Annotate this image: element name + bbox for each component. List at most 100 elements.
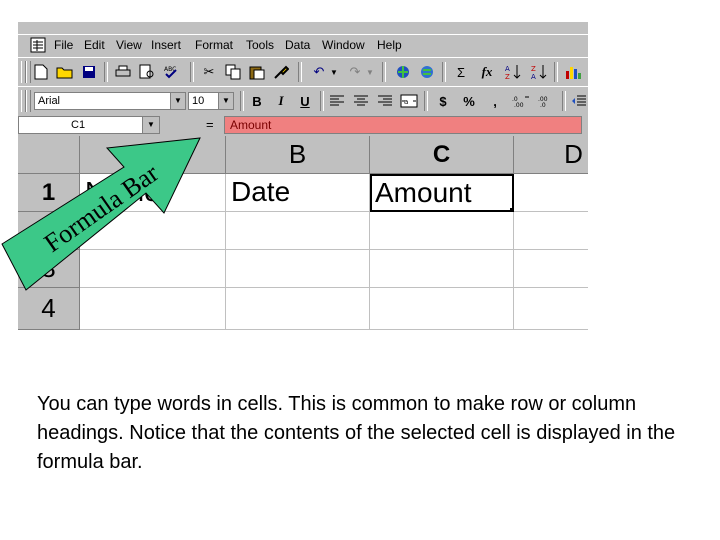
dropdown-arrow-icon[interactable]: ▼ [142, 117, 159, 133]
column-header-c[interactable]: C [370, 136, 514, 174]
name-box-value: C1 [71, 119, 86, 131]
dropdown-arrow-icon[interactable]: ▼ [170, 93, 185, 109]
new-button[interactable] [30, 62, 52, 82]
cell-b3[interactable] [226, 250, 370, 288]
italic-button[interactable]: I [270, 91, 292, 111]
column-label: D [564, 139, 583, 169]
row-label: 2 [41, 215, 56, 245]
formula-bar: C1 ▼ = Amount [18, 114, 588, 136]
bar-chart-icon [566, 67, 581, 79]
dropdown-arrow-icon[interactable]: ▼ [218, 93, 233, 109]
sort-ascending-button[interactable]: AZ [502, 62, 524, 82]
font-name-select[interactable]: Arial ▼ [34, 92, 186, 110]
column-header-a[interactable]: A [80, 136, 226, 174]
menu-view[interactable]: View [116, 38, 142, 52]
print-preview-button[interactable] [136, 62, 158, 82]
autosum-button[interactable]: Σ [450, 62, 472, 82]
redo-button[interactable]: ↷ [344, 62, 366, 82]
row-header-3[interactable]: 3 [18, 250, 80, 288]
cell-a1[interactable]: Name [80, 174, 226, 212]
spelling-button[interactable]: ABC [160, 62, 182, 82]
row-header-2[interactable]: 2 [18, 212, 80, 250]
merge-center-button[interactable]: a [398, 91, 420, 111]
spell-check-icon: ABC [164, 66, 177, 79]
select-all-corner[interactable] [18, 136, 80, 174]
align-right-button[interactable] [374, 91, 396, 111]
cell-b2[interactable] [226, 212, 370, 250]
save-button[interactable] [78, 62, 100, 82]
menu-insert[interactable]: Insert [151, 38, 181, 52]
cell-a2[interactable] [80, 212, 226, 250]
align-center-button[interactable] [350, 91, 372, 111]
row-header-4[interactable]: 4 [18, 288, 80, 330]
paste-button[interactable] [246, 62, 268, 82]
row-header-1[interactable]: 1 [18, 174, 80, 212]
increase-decimal-button[interactable]: .0.00 [510, 91, 532, 111]
comma-button[interactable]: , [484, 91, 506, 111]
menu-tools[interactable]: Tools [246, 38, 274, 52]
dropdown-arrow-icon: ▼ [330, 67, 338, 77]
printer-icon [115, 65, 131, 77]
menu-help[interactable]: Help [377, 38, 402, 52]
workbook-icon[interactable] [30, 37, 46, 53]
menu-edit[interactable]: Edit [84, 38, 105, 52]
cell-c2[interactable] [370, 212, 514, 250]
formula-equals-sign[interactable]: = [206, 117, 214, 132]
formula-input[interactable]: Amount [224, 116, 582, 134]
column-header-b[interactable]: B [226, 136, 370, 174]
underline-icon: U [300, 93, 310, 109]
floppy-disk-icon [83, 66, 95, 78]
percent-button[interactable]: % [458, 91, 480, 111]
sort-za-icon: ZA [531, 65, 547, 81]
name-box[interactable]: C1 ▼ [18, 116, 160, 134]
menu-format[interactable]: Format [195, 38, 233, 52]
cell-c4[interactable] [370, 288, 514, 330]
menu-data[interactable]: Data [285, 38, 310, 52]
redo-dropdown[interactable]: ▼ [364, 62, 376, 82]
undo-dropdown[interactable]: ▼ [328, 62, 340, 82]
new-document-icon [34, 64, 48, 80]
cell-d4[interactable] [514, 288, 588, 330]
excel-window: File Edit View Insert Format Tools Data … [18, 22, 588, 330]
currency-button[interactable]: $ [432, 91, 454, 111]
cell-b1[interactable]: Date [226, 174, 370, 212]
font-size-value: 10 [192, 95, 205, 107]
decrease-indent-button[interactable] [568, 91, 588, 111]
chart-wizard-button[interactable] [562, 62, 584, 82]
web-toolbar-button[interactable] [416, 62, 438, 82]
column-label: B [288, 139, 307, 169]
format-painter-button[interactable] [270, 62, 292, 82]
column-header-d[interactable]: D [514, 136, 588, 174]
underline-button[interactable]: U [294, 91, 316, 111]
cell-d2[interactable] [514, 212, 588, 250]
cell-d1[interactable] [514, 174, 588, 212]
cell-d3[interactable] [514, 250, 588, 288]
print-button[interactable] [112, 62, 134, 82]
undo-button[interactable]: ↶ [308, 62, 330, 82]
cell-c1-selected[interactable]: Amount [370, 174, 514, 212]
paste-function-button[interactable]: fx [476, 62, 498, 82]
web-globe-icon [421, 66, 433, 78]
cell-a3[interactable] [80, 250, 226, 288]
cell-a4[interactable] [80, 288, 226, 330]
font-size-select[interactable]: 10 ▼ [188, 92, 234, 110]
cell-b4[interactable] [226, 288, 370, 330]
menu-window[interactable]: Window [322, 38, 365, 52]
menu-file[interactable]: File [54, 38, 73, 52]
undo-arrow-icon: ↶ [313, 64, 325, 79]
currency-icon: $ [439, 93, 447, 109]
bold-button[interactable]: B [246, 91, 268, 111]
svg-text:Z: Z [505, 73, 510, 81]
toolbar-grip[interactable] [26, 90, 31, 112]
decrease-decimal-button[interactable]: .00.0 [536, 91, 558, 111]
redo-arrow-icon: ↷ [349, 64, 361, 79]
sort-descending-button[interactable]: ZA [528, 62, 550, 82]
hyperlink-button[interactable] [392, 62, 414, 82]
copy-button[interactable] [222, 62, 244, 82]
sort-az-icon: AZ [505, 65, 521, 81]
cell-c3[interactable] [370, 250, 514, 288]
align-left-button[interactable] [326, 91, 348, 111]
open-button[interactable] [54, 62, 76, 82]
cut-button[interactable]: ✂ [198, 62, 220, 82]
align-center-icon [354, 95, 368, 106]
